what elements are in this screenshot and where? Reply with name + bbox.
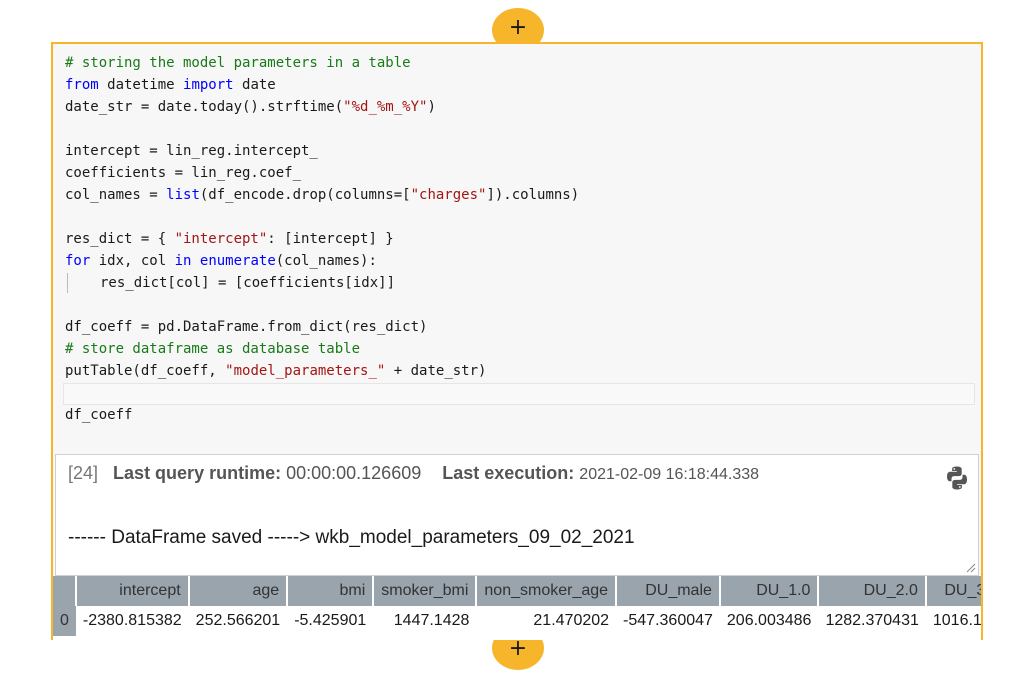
code-line[interactable]: # storing the model parameters in a tabl…: [65, 52, 977, 74]
column-header[interactable]: bmi: [287, 576, 375, 606]
code-line[interactable]: df_coeff: [65, 404, 977, 426]
code-token: in: [174, 253, 192, 269]
code-token: + date_str): [385, 363, 487, 379]
code-line[interactable]: [65, 294, 977, 316]
execution-count: [24]: [68, 463, 99, 483]
code-token: putTable(df_coeff,: [65, 363, 226, 379]
output-message: ------ DataFrame saved -----> wkb_model_…: [68, 527, 635, 548]
notebook-cell[interactable]: # storing the model parameters in a tabl…: [51, 42, 983, 640]
code-token: "charges": [410, 187, 487, 203]
table-cell: 21.470202: [476, 606, 617, 636]
execution-label: Last execution:: [442, 463, 575, 483]
column-header[interactable]: smoker_bmi: [373, 576, 478, 606]
code-line[interactable]: putTable(df_coeff, "model_parameters_" +…: [65, 360, 977, 382]
code-token: enumerate: [199, 253, 276, 269]
column-header[interactable]: DU_1.0: [719, 576, 820, 606]
code-token: ): [427, 99, 436, 115]
code-token: : [intercept] }: [267, 231, 394, 247]
code-token: (col_names):: [275, 253, 377, 269]
column-header[interactable]: DU_2.0: [818, 576, 927, 606]
code-token: df_coeff: [65, 407, 133, 423]
code-token: ]).columns): [486, 187, 580, 203]
table-cell: 1016.154: [925, 606, 981, 636]
table-cell: 1282.370431: [818, 606, 926, 636]
code-token: date_str = date.today().strftime(: [65, 99, 344, 115]
code-line[interactable]: res_dict[col] = [coefficients[idx]]: [65, 272, 977, 294]
column-header[interactable]: age: [188, 576, 289, 606]
code-token: df_coeff = pd.DataFrame.from_dict(res_di…: [65, 319, 428, 335]
column-header[interactable]: [53, 576, 77, 606]
table-row: 0 -2380.815382 252.566201 -5.425901 1447.142…: [53, 606, 981, 636]
active-line-highlight: [63, 383, 975, 405]
code-token: intercept = lin_reg.intercept_: [65, 143, 318, 159]
code-line[interactable]: intercept = lin_reg.intercept_: [65, 140, 977, 162]
cell-output: [24] Last query runtime: 00:00:00.126609…: [55, 454, 979, 576]
python-icon: [944, 465, 970, 496]
code-token: date: [233, 77, 276, 93]
code-line[interactable]: df_coeff = pd.DataFrame.from_dict(res_di…: [65, 316, 977, 338]
code-token: # storing the model parameters in a tabl…: [65, 55, 411, 71]
code-line[interactable]: col_names = list(df_encode.drop(columns=…: [65, 184, 977, 206]
code-token: for: [65, 253, 91, 269]
dataframe-table: intercept age bmi smoker_bmi non_smoker_age D…: [53, 576, 981, 640]
code-editor[interactable]: # storing the model parameters in a tabl…: [63, 52, 977, 426]
code-token: from: [65, 77, 99, 93]
code-token: list: [166, 187, 200, 203]
table-cell: -2380.815382: [75, 606, 189, 636]
column-header[interactable]: DU_3.0: [925, 576, 981, 606]
code-token: idx, col: [90, 253, 175, 269]
execution-info: [24] Last query runtime: 00:00:00.126609…: [68, 463, 759, 484]
code-line[interactable]: res_dict = { "intercept": [intercept] }: [65, 228, 977, 250]
code-line[interactable]: coefficients = lin_reg.coef_: [65, 162, 977, 184]
runtime-label: Last query runtime:: [113, 463, 282, 483]
plus-icon: +: [508, 15, 528, 40]
table-cell: 206.003486: [719, 606, 819, 636]
table-cell: -5.425901: [287, 606, 374, 636]
table-body: 0 -2380.815382 252.566201 -5.425901 1447.142…: [53, 606, 981, 636]
runtime-value: 00:00:00.126609: [286, 463, 422, 483]
column-header[interactable]: DU_male: [616, 576, 721, 606]
code-token: # store dataframe as database table: [65, 341, 361, 357]
code-token: import: [183, 77, 234, 93]
resize-handle-icon[interactable]: [966, 563, 976, 573]
code-line[interactable]: [65, 118, 977, 140]
code-line[interactable]: date_str = date.today().strftime("%d_%m_…: [65, 96, 977, 118]
execution-value: 2021-02-09 16:18:44.338: [579, 466, 760, 483]
code-line[interactable]: from datetime import date: [65, 74, 977, 96]
code-token: coefficients = lin_reg.coef_: [65, 165, 302, 181]
table-cell: -547.360047: [616, 606, 720, 636]
code-token: col_names =: [65, 187, 167, 203]
indent-guide: [67, 273, 92, 293]
code-token: (df_encode.drop(columns=[: [199, 187, 411, 203]
code-line[interactable]: for idx, col in enumerate(col_names):: [65, 250, 977, 272]
column-header[interactable]: non_smoker_age: [476, 576, 618, 606]
code-token: "%d_%m_%Y": [343, 99, 428, 115]
table-cell: 1447.1428: [373, 606, 477, 636]
row-index: 0: [53, 606, 76, 636]
code-token: "model_parameters_": [225, 363, 386, 379]
code-token: res_dict[col] = [coefficients[idx]]: [100, 275, 396, 291]
table-cell: 252.566201: [188, 606, 288, 636]
code-line[interactable]: # store dataframe as database table: [65, 338, 977, 360]
code-line[interactable]: [65, 206, 977, 228]
code-token: datetime: [98, 77, 184, 93]
column-header[interactable]: intercept: [75, 576, 190, 606]
table-header-row: intercept age bmi smoker_bmi non_smoker_age D…: [53, 576, 981, 606]
code-token: "intercept": [174, 231, 268, 247]
code-token: res_dict = {: [65, 231, 175, 247]
